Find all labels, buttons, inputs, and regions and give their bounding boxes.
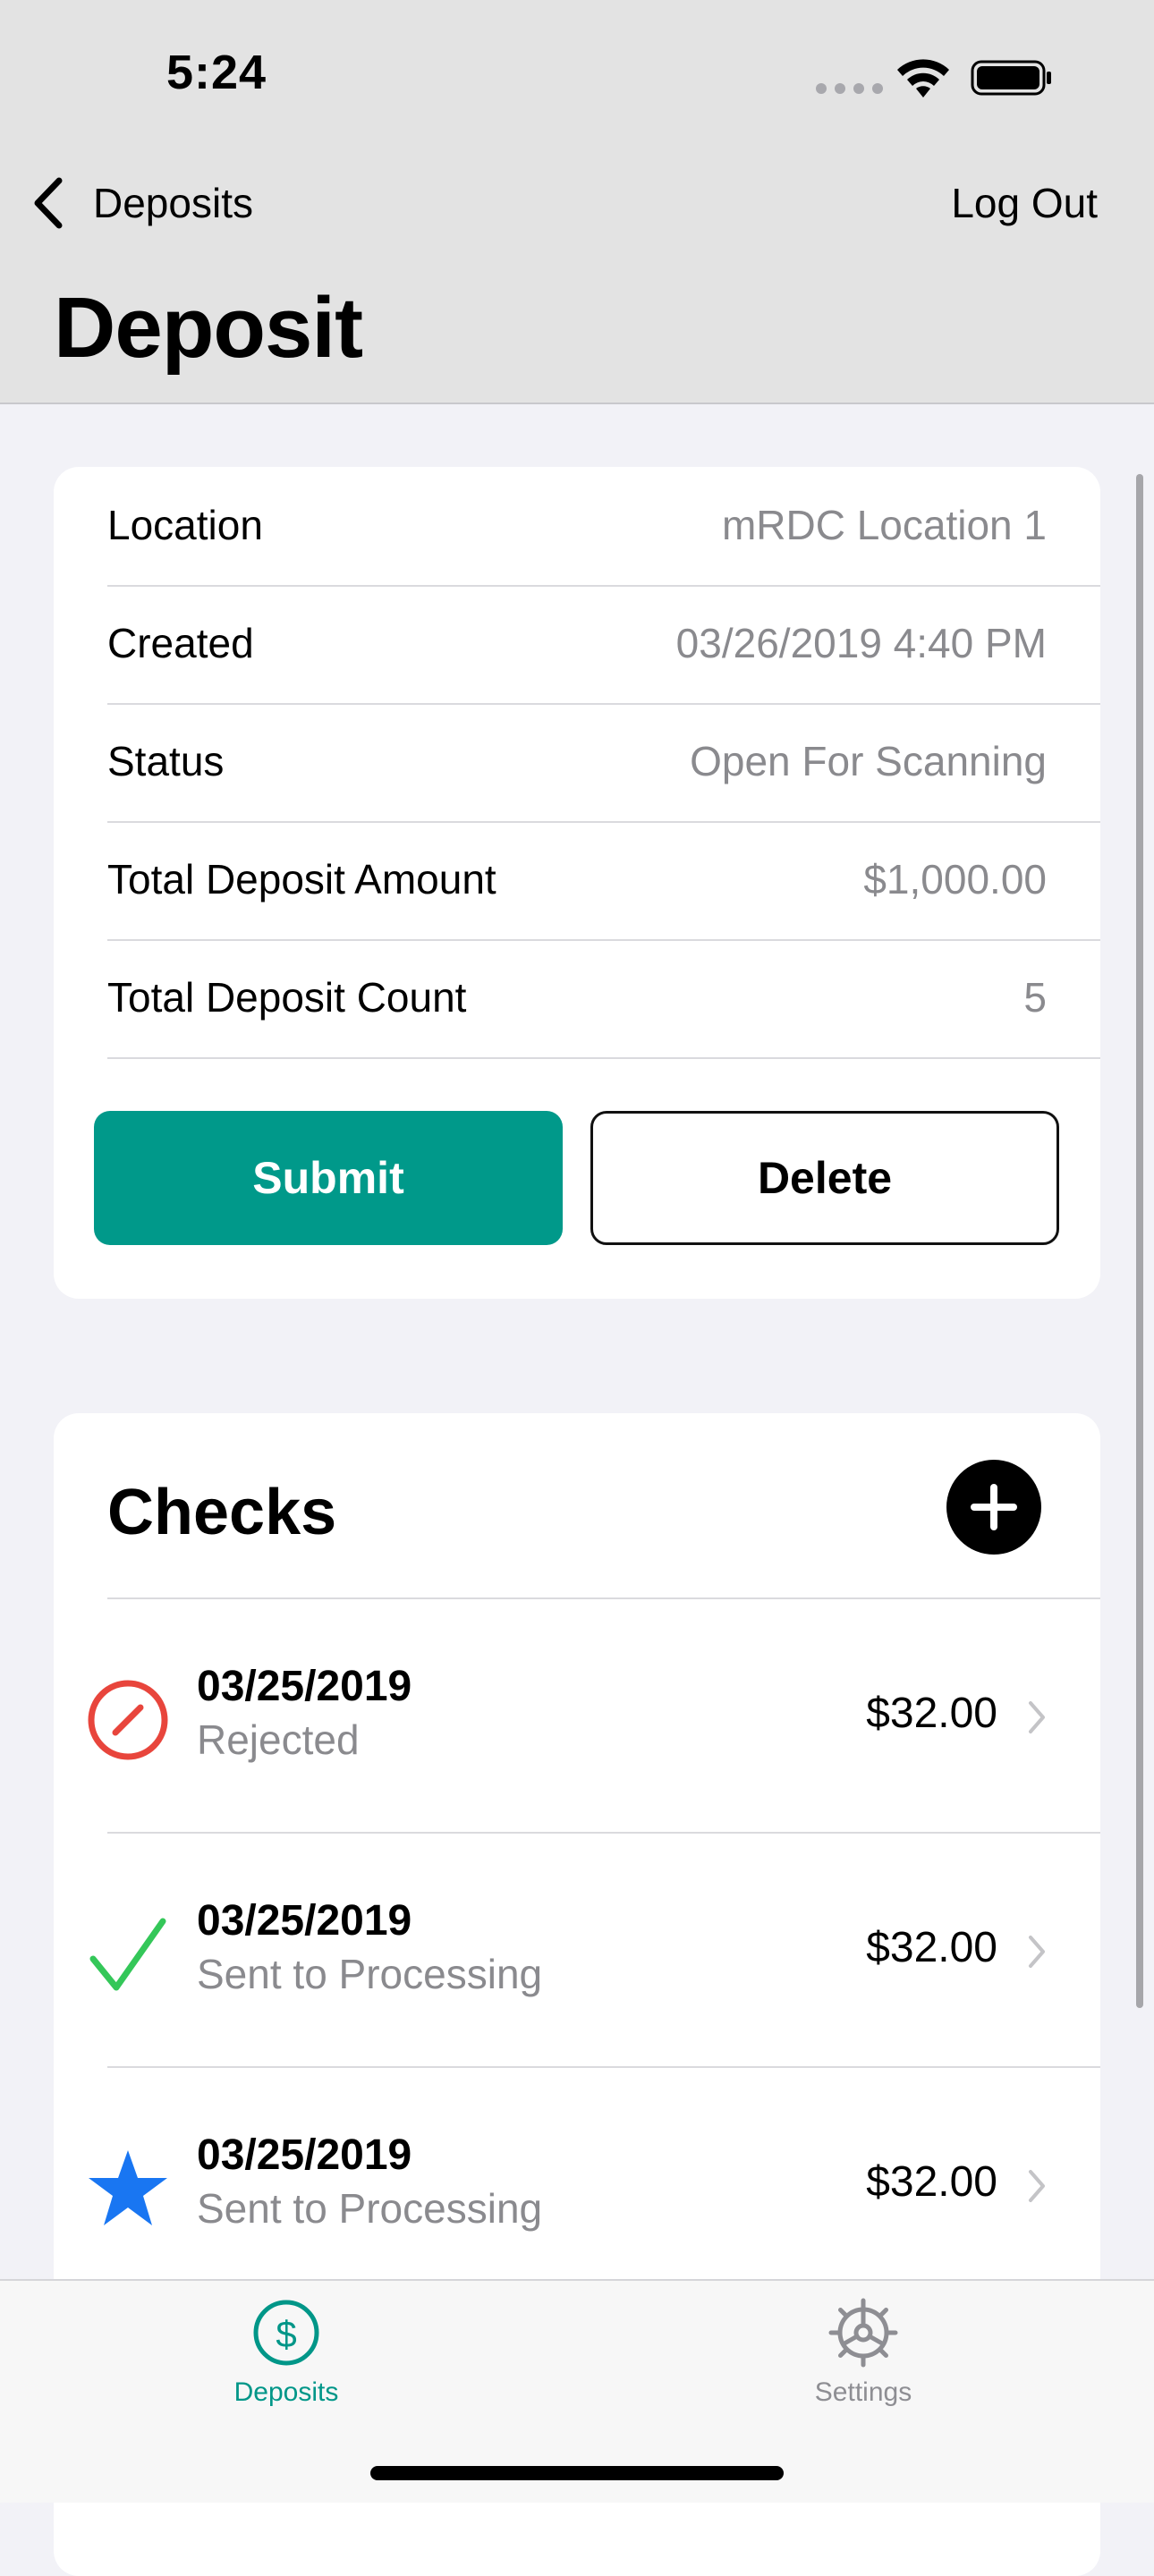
check-date: 03/25/2019 (197, 1663, 412, 1710)
chevron-right-icon (1029, 2170, 1045, 2202)
dollar-circle-icon: $ (253, 2300, 319, 2366)
detail-value: 5 (1023, 974, 1047, 1021)
tab-label: Settings (814, 2377, 912, 2407)
check-status: Rejected (197, 1716, 360, 1763)
detail-label: Total Deposit Count (107, 974, 467, 1021)
home-indicator (370, 2466, 784, 2480)
tab-label: Deposits (233, 2377, 339, 2407)
check-amount: $32.00 (866, 1690, 997, 1737)
detail-value: mRDC Location 1 (721, 502, 1047, 548)
status-time: 5:24 (166, 46, 267, 99)
detail-row-total-amount: Total Deposit Amount $1,000.00 (107, 821, 1100, 941)
detail-row-created: Created 03/26/2019 4:40 PM (107, 585, 1100, 705)
detail-label: Total Deposit Amount (107, 856, 496, 902)
check-status: Sent to Processing (197, 2185, 543, 2232)
check-status: Sent to Processing (197, 1951, 543, 1997)
tab-settings[interactable]: Settings (729, 2297, 997, 2408)
wifi-icon (897, 59, 949, 97)
chevron-right-icon (1029, 1936, 1045, 1968)
detail-value: 03/26/2019 4:40 PM (675, 620, 1047, 666)
navigation-header: 5:24 Deposits Log Out Deposit (0, 0, 1154, 404)
battery-icon (971, 60, 1051, 96)
svg-text:$: $ (276, 2313, 296, 2355)
detail-label: Created (107, 620, 254, 666)
chevron-right-icon (1029, 1701, 1045, 1733)
check-date: 03/25/2019 (197, 1897, 412, 1945)
cellular-signal-icon (816, 82, 891, 98)
check-amount: $32.00 (866, 2158, 997, 2206)
page-title: Deposit (54, 280, 363, 376)
rejected-icon (88, 1680, 168, 1760)
check-date: 03/25/2019 (197, 2131, 412, 2179)
tab-deposits[interactable]: $ Deposits (152, 2297, 420, 2408)
add-check-button[interactable] (946, 1460, 1041, 1555)
back-button[interactable]: Deposits (93, 179, 253, 227)
detail-value: $1,000.00 (863, 856, 1047, 902)
detail-value: Open For Scanning (690, 738, 1047, 784)
checks-section-title: Checks (107, 1477, 337, 1548)
detail-label: Status (107, 738, 225, 784)
gear-icon (828, 2298, 898, 2368)
detail-row-location: Location mRDC Location 1 (107, 467, 1100, 587)
detail-row-status: Status Open For Scanning (107, 703, 1100, 823)
check-amount: $32.00 (866, 1924, 997, 1971)
submit-button[interactable]: Submit (94, 1111, 563, 1245)
delete-button[interactable]: Delete (590, 1111, 1059, 1245)
check-list-item[interactable]: 03/25/2019 Rejected $32.00 (54, 1599, 1100, 1834)
logout-button[interactable]: Log Out (951, 179, 1098, 227)
detail-label: Location (107, 502, 263, 548)
check-list-item[interactable]: 03/25/2019 Sent to Processing $32.00 (54, 1834, 1100, 2068)
scroll-indicator[interactable] (1136, 474, 1143, 2008)
deposit-details-card: Location mRDC Location 1 Created 03/26/2… (54, 467, 1100, 1299)
check-list-item[interactable]: 03/25/2019 Sent to Processing $32.00 (54, 2068, 1100, 2302)
back-chevron-icon[interactable] (30, 175, 66, 231)
checkmark-icon (89, 1918, 166, 1991)
detail-row-total-count: Total Deposit Count 5 (107, 939, 1100, 1059)
star-icon (89, 2150, 167, 2225)
